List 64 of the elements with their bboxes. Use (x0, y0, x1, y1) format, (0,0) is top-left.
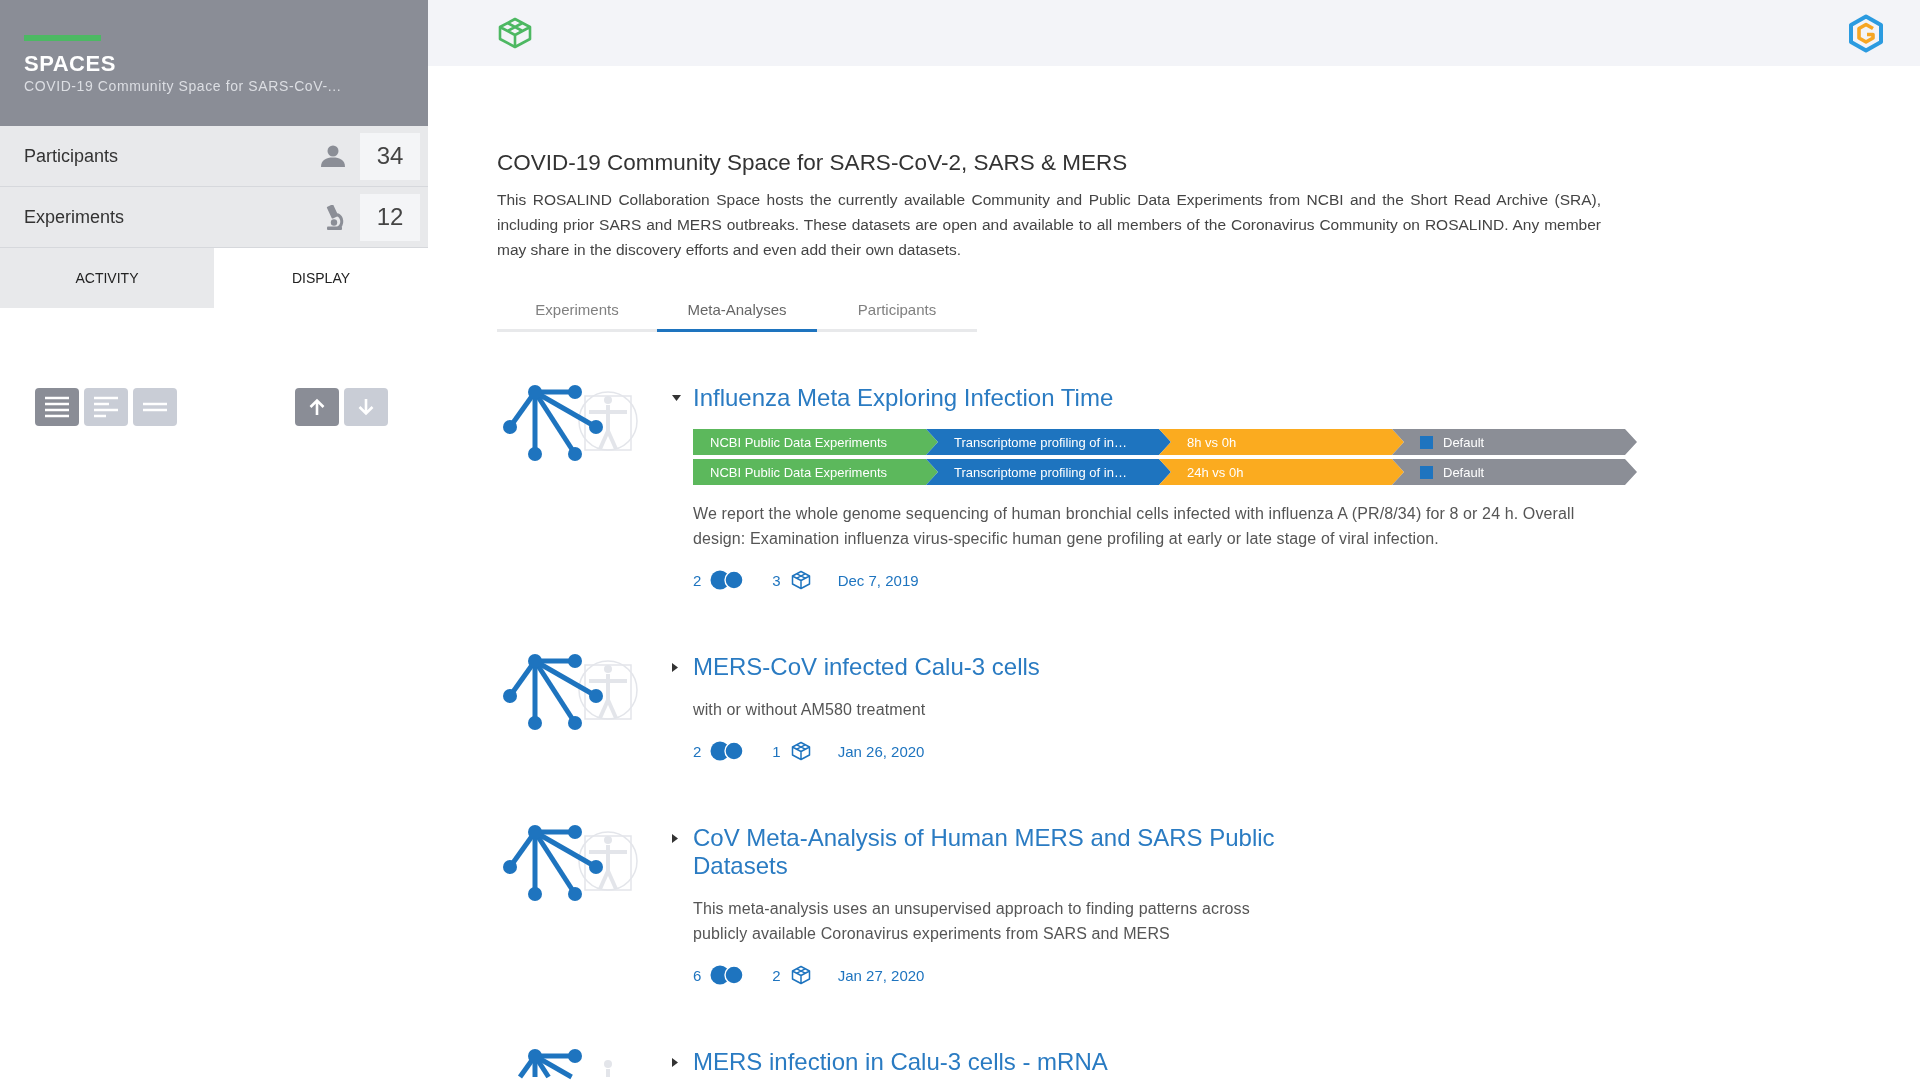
space-title: COVID-19 Community Space for SARS-CoV-2, SARS & MERS (497, 149, 1129, 177)
cube-icon[interactable] (498, 17, 532, 49)
experiment-count: 3 (772, 571, 781, 589)
caret-down-icon[interactable] (672, 395, 681, 401)
network-icon (503, 385, 603, 461)
view-mode-button[interactable] (35, 388, 79, 426)
stat-count: 34 (360, 132, 420, 180)
date: Jan 27, 2020 (837, 966, 925, 984)
network-icon (517, 1049, 582, 1080)
meta-analysis-title[interactable]: Influenza Meta Exploring Infection Time (693, 384, 1114, 412)
tag-label: Transcriptome profiling of in… (954, 464, 1127, 480)
human-figure-icon (578, 660, 638, 720)
venn-icon (710, 570, 745, 590)
stat-count: 12 (360, 193, 420, 241)
tag-label: 24h vs 0h (1187, 464, 1244, 480)
microscope-icon (325, 204, 345, 230)
network-icon (503, 825, 603, 901)
space-description: This ROSALIND Collaboration Space hosts the currently available Community and Public Data Experiments from NCBI and the Short Read Archive (SRA), including prior SARS and MERS outbreaks. These datasets are open and available to all members of the Coronavirus Community on ROSALIND. Any member may share in the discovery efforts and even add their own datasets. (497, 190, 1601, 260)
tag-label: NCBI Public Data Experiments (710, 464, 887, 480)
meta-analysis-description: We report the whole genome sequencing of human bronchial cells infected with influenza A (PR/8/34) for 8 or 24 h. Overall design: Examination influenza virus-specific human gene profiling at early or late stage of viral infection. (693, 504, 1576, 549)
cube-icon (790, 570, 811, 590)
left-aligned-lines-icon (94, 396, 118, 418)
venn-icon (710, 965, 745, 985)
tab[interactable]: Meta-Analyses (657, 290, 817, 332)
sample-count: 2 (693, 571, 702, 589)
cube-icon (790, 741, 811, 761)
stat-label: Experiments (24, 206, 126, 228)
tag-label: 8h vs 0h (1187, 434, 1237, 450)
sidebar-title: SPACES (24, 51, 117, 77)
meta-analysis-description: with or without AM580 treatment (693, 700, 927, 720)
human-figure-icon (604, 1060, 612, 1077)
caret-right-icon[interactable] (672, 663, 678, 672)
human-figure-icon (578, 391, 638, 451)
meta-analysis-description: This meta-analysis uses an unsupervised approach to finding patterns across publicly available Coronavirus experiments from SARS and MERS (693, 899, 1251, 944)
venn-icon (710, 741, 745, 761)
meta-analysis-title[interactable]: MERS-CoV infected Calu-3 cells (693, 653, 1040, 681)
down-arrow-icon (358, 398, 374, 416)
stat-label: Participants (24, 145, 120, 167)
sidebar-subtitle: COVID-19 Community Space for SARS-CoV-... (24, 77, 343, 95)
justified-lines-icon (45, 396, 69, 418)
tag-label: Default (1443, 434, 1485, 450)
tag-label: Default (1443, 464, 1485, 480)
date: Dec 7, 2019 (837, 571, 919, 589)
experiment-count: 2 (772, 966, 781, 984)
up-arrow-icon (309, 398, 325, 416)
human-figure-icon (578, 831, 638, 891)
date: Jan 26, 2020 (837, 742, 925, 760)
caret-right-icon[interactable] (672, 1058, 678, 1067)
network-icon (503, 654, 603, 730)
sample-count: 2 (693, 742, 702, 760)
hexagon-logo-icon[interactable] (1848, 13, 1884, 53)
cube-icon (790, 965, 811, 985)
person-icon (321, 145, 345, 167)
experiment-count: 1 (772, 742, 781, 760)
caret-right-icon[interactable] (672, 834, 678, 843)
tag-label: NCBI Public Data Experiments (710, 434, 887, 450)
meta-analysis-title[interactable]: MERS infection in Calu-3 cells - mRNA (693, 1048, 1108, 1076)
sort-button[interactable] (295, 388, 339, 426)
sample-count: 6 (693, 966, 702, 984)
tab[interactable]: Participants (817, 290, 977, 332)
tag-label: Transcriptome profiling of in… (954, 434, 1127, 450)
tab[interactable]: Experiments (497, 290, 657, 332)
meta-analysis-title[interactable]: CoV Meta-Analysis of Human MERS and SARS Public Datasets (693, 824, 1295, 880)
sidebar-tab[interactable]: ACTIVITY (0, 248, 214, 308)
